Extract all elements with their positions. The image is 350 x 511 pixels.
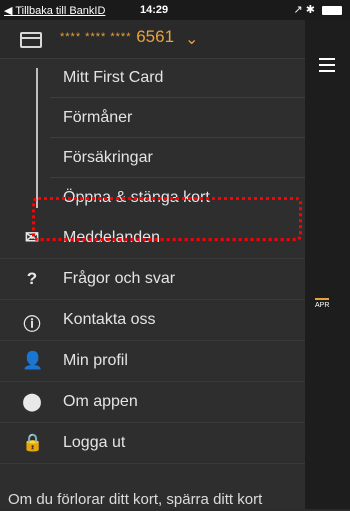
card-number: **** **** **** 6561 (60, 27, 174, 47)
person-icon: 👤 (22, 351, 44, 370)
back-to-bankid-link[interactable]: ◀ Tillbaka till BankID (4, 4, 105, 17)
submenu-item-label: Försäkringar (63, 149, 153, 166)
menu-item-label: Om appen (63, 393, 138, 410)
info-icon: ⓘ (23, 315, 41, 334)
submenu-item-label: Förmåner (63, 109, 133, 126)
status-indicators: ↗ ✱ (293, 3, 342, 16)
background-content: APR (305, 20, 350, 509)
menu-item-fragor-och-svar[interactable]: ? Frågor och svar (0, 259, 305, 300)
menu-item-label: Kontakta oss (63, 311, 156, 328)
menu-item-label: Min profil (63, 352, 128, 369)
clock: 14:29 (140, 4, 169, 16)
status-indicator-icons: ↗ ✱ (293, 4, 315, 16)
card-masked-digits: **** **** **** (60, 31, 132, 43)
battery-icon (322, 5, 342, 15)
chevron-down-icon[interactable]: ⌄ (185, 29, 198, 49)
apr-tab: APR (315, 298, 330, 309)
credit-card-icon (20, 32, 42, 48)
side-menu: **** **** **** 6561 ⌄ Mitt First Card Fö… (0, 20, 305, 509)
menu-item-label: Logga ut (63, 434, 126, 451)
location-pin-icon: ⬤ (22, 392, 42, 411)
lock-icon: 🔒 (22, 433, 44, 452)
status-bar: ◀ Tillbaka till BankID 14:29 ↗ ✱ (0, 0, 350, 20)
menu-item-kontakta-oss[interactable]: ⓘ Kontakta oss (0, 300, 305, 341)
menu-item-om-appen[interactable]: ⬤ Om appen (0, 382, 305, 423)
submenu-item-mitt-first-card[interactable]: Mitt First Card (0, 58, 305, 98)
card-selector[interactable]: **** **** **** 6561 ⌄ (0, 20, 305, 59)
menu-item-logga-ut[interactable]: 🔒 Logga ut (0, 423, 305, 464)
card-last-digits: 6561 (136, 27, 175, 46)
hamburger-menu-icon[interactable] (319, 58, 335, 76)
highlight-annotation (32, 197, 302, 241)
question-icon: ? (26, 269, 38, 288)
submenu-item-formaner[interactable]: Förmåner (0, 98, 305, 138)
menu-item-label: Frågor och svar (63, 270, 176, 287)
submenu-item-label: Mitt First Card (63, 69, 164, 86)
submenu-item-forsakringar[interactable]: Försäkringar (0, 138, 305, 178)
menu-item-min-profil[interactable]: 👤 Min profil (0, 341, 305, 382)
bottom-hint-text: Om du förlorar ditt kort, spärra ditt ko… (8, 491, 263, 508)
